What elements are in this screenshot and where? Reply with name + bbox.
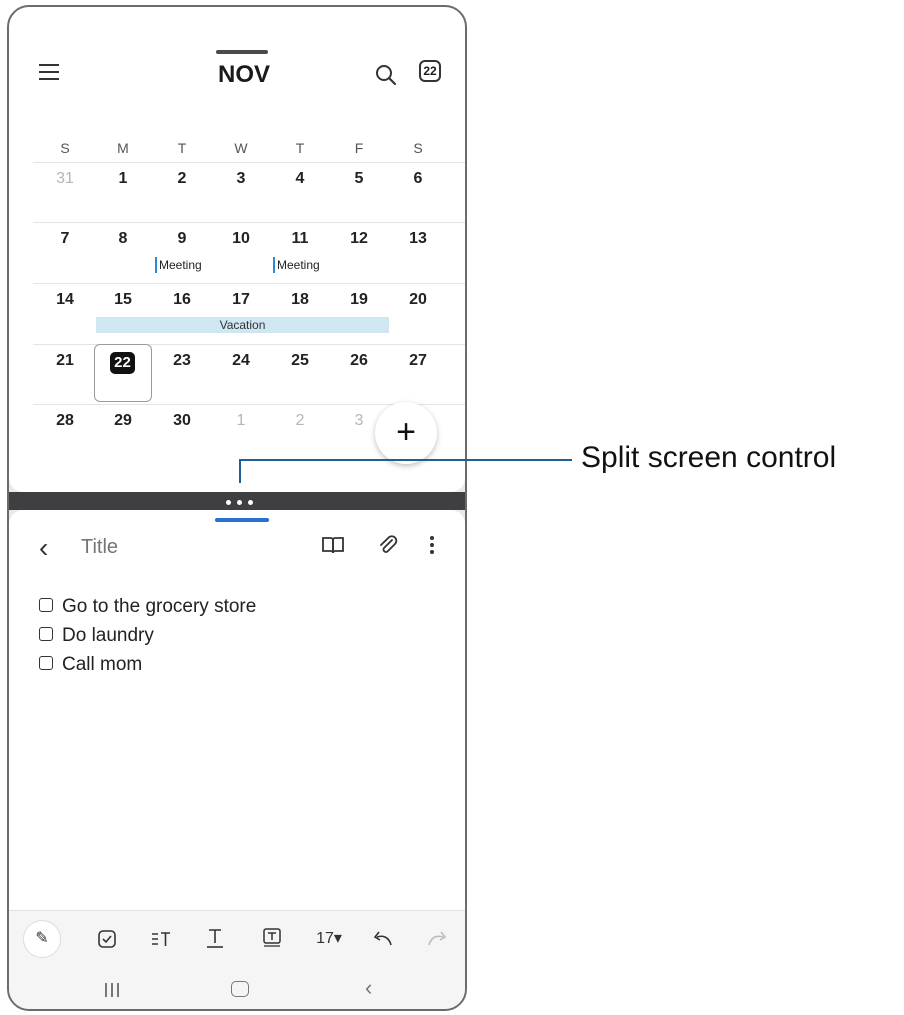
week-divider <box>33 162 465 163</box>
day-cell[interactable]: 6 <box>389 170 447 188</box>
handwriting-pen-icon[interactable]: ✎ <box>23 920 61 958</box>
checkbox[interactable] <box>39 626 53 641</box>
checklist-item-text: Call mom <box>62 654 143 675</box>
weekday-label: S <box>60 140 70 156</box>
weekday-label: T <box>177 140 187 156</box>
split-screen-control-handle[interactable] <box>226 500 256 506</box>
event-vacation[interactable]: Vacation <box>96 317 389 333</box>
checklist-item[interactable]: Do laundry <box>39 625 154 651</box>
paragraph-style-icon[interactable] <box>150 929 172 949</box>
day-cell[interactable]: 9 <box>153 230 211 248</box>
day-cell[interactable]: 29 <box>94 412 152 430</box>
more-options-icon[interactable] <box>429 534 435 556</box>
checkbox-icon[interactable] <box>97 929 117 949</box>
day-cell[interactable]: 25 <box>271 352 329 370</box>
day-cell[interactable]: 15 <box>94 291 152 309</box>
day-cell[interactable]: 14 <box>36 291 94 309</box>
week-divider <box>33 283 465 284</box>
weekday-label: T <box>295 140 305 156</box>
system-navigation-bar: ‹ <box>9 965 465 1009</box>
checklist-item-text: Do laundry <box>62 625 154 646</box>
day-cell[interactable]: 4 <box>271 170 329 188</box>
day-cell[interactable]: 26 <box>330 352 388 370</box>
day-cell[interactable]: 24 <box>212 352 270 370</box>
add-event-button[interactable]: + <box>375 402 437 464</box>
day-cell[interactable]: 2 <box>271 412 329 430</box>
day-cell[interactable]: 12 <box>330 230 388 248</box>
month-title[interactable]: NOV <box>199 61 289 89</box>
note-toolbar: ✎ 17▾ <box>9 910 465 966</box>
day-cell[interactable]: 13 <box>389 230 447 248</box>
day-cell[interactable]: 11 <box>271 230 329 248</box>
checklist-item[interactable]: Call mom <box>39 654 142 680</box>
callout-line <box>239 459 572 461</box>
day-cell[interactable]: 1 <box>94 170 152 188</box>
event-meeting[interactable]: Meeting <box>155 257 202 273</box>
notes-pane: ‹ Go to the grocery store Do laundry Cal… <box>9 510 465 910</box>
weekday-label: F <box>354 140 364 156</box>
checkbox[interactable] <box>39 655 53 670</box>
weekday-header: S M T W T F S <box>9 135 465 163</box>
back-nav-icon[interactable]: ‹ <box>365 975 372 1001</box>
month-grid: S M T W T F S <box>9 135 465 163</box>
back-icon[interactable]: ‹ <box>39 532 48 564</box>
day-cell[interactable]: 19 <box>330 291 388 309</box>
day-cell[interactable]: 16 <box>153 291 211 309</box>
day-cell[interactable]: 30 <box>153 412 211 430</box>
pane-indicator-active <box>215 518 269 522</box>
day-cell[interactable]: 5 <box>330 170 388 188</box>
today-day-number[interactable]: 22 <box>110 352 135 374</box>
event-meeting[interactable]: Meeting <box>273 257 320 273</box>
day-cell[interactable]: 31 <box>36 170 94 188</box>
home-icon[interactable] <box>231 981 249 997</box>
day-cell[interactable]: 7 <box>36 230 94 248</box>
weekday-label: S <box>413 140 423 156</box>
today-button[interactable]: 22 <box>419 60 441 82</box>
day-cell[interactable]: 20 <box>389 291 447 309</box>
text-style-icon[interactable] <box>205 927 225 949</box>
phone-frame: NOV 22 S M T W T F S 31 1 2 3 4 5 6 7 8 … <box>7 5 467 1011</box>
day-cell[interactable]: 1 <box>212 412 270 430</box>
pane-indicator <box>216 50 268 54</box>
day-cell[interactable]: 10 <box>212 230 270 248</box>
note-title-input[interactable] <box>81 536 251 559</box>
checklist-item[interactable]: Go to the grocery store <box>39 596 256 622</box>
day-cell[interactable]: 8 <box>94 230 152 248</box>
weekday-label: M <box>117 140 129 156</box>
week-divider <box>33 222 465 223</box>
book-icon[interactable] <box>321 535 345 555</box>
callout-label: Split screen control <box>581 441 837 474</box>
redo-icon[interactable] <box>425 929 449 949</box>
calendar-pane: NOV 22 S M T W T F S 31 1 2 3 4 5 6 7 8 … <box>9 7 465 492</box>
weekday-label: W <box>234 140 248 156</box>
font-size-dropdown[interactable]: 17▾ <box>309 928 349 948</box>
text-box-icon[interactable] <box>262 927 282 947</box>
day-cell[interactable]: 23 <box>153 352 211 370</box>
recent-apps-icon[interactable] <box>105 983 121 997</box>
day-cell[interactable]: 3 <box>212 170 270 188</box>
day-cell[interactable]: 17 <box>212 291 270 309</box>
attach-icon[interactable] <box>377 534 399 556</box>
day-cell[interactable]: 2 <box>153 170 211 188</box>
checklist-item-text: Go to the grocery store <box>62 596 257 617</box>
day-cell[interactable]: 18 <box>271 291 329 309</box>
day-cell[interactable]: 27 <box>389 352 447 370</box>
menu-icon[interactable] <box>39 64 59 80</box>
search-icon[interactable] <box>374 63 398 87</box>
day-cell[interactable]: 21 <box>36 352 94 370</box>
day-cell[interactable]: 28 <box>36 412 94 430</box>
undo-icon[interactable] <box>371 929 395 949</box>
callout-line <box>239 459 241 483</box>
checkbox[interactable] <box>39 597 53 612</box>
